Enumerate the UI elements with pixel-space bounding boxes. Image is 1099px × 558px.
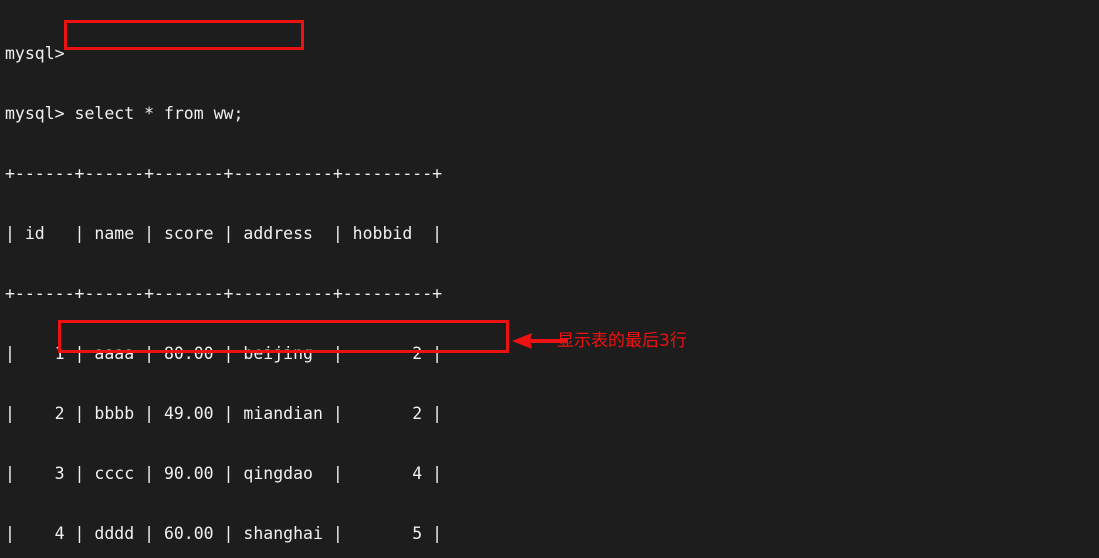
table-row: | 4 | dddd | 60.00 | shanghai | 5 | <box>5 524 443 543</box>
terminal-line: mysql> <box>5 44 65 63</box>
mysql-terminal-window[interactable]: mysql> mysql> select * from ww; +------+… <box>0 0 1099 558</box>
table-border: +------+------+-------+----------+------… <box>5 164 443 183</box>
table-border: +------+------+-------+----------+------… <box>5 284 443 303</box>
table-row: | 2 | bbbb | 49.00 | miandian | 2 | <box>5 404 443 423</box>
terminal-output: mysql> mysql> select * from ww; +------+… <box>5 4 492 558</box>
table-row: | 3 | cccc | 90.00 | qingdao | 4 | <box>5 464 443 483</box>
table-row: | 1 | aaaa | 80.00 | beijing | 2 | <box>5 344 443 363</box>
terminal-line-query-1: mysql> select * from ww; <box>5 104 244 123</box>
table-header-row: | id | name | score | address | hobbid | <box>5 224 443 243</box>
annotation-label: 显示表的最后3行 <box>557 331 687 351</box>
